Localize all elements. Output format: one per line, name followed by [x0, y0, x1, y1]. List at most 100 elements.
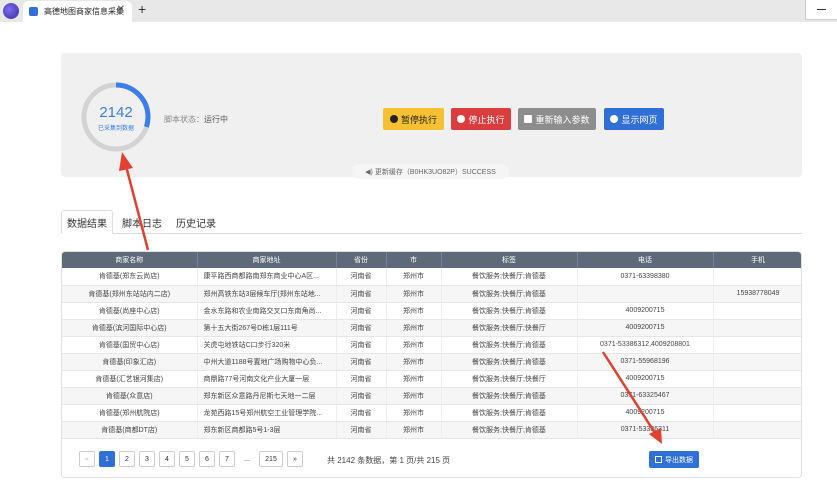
minimize-window-button[interactable] [805, 0, 837, 20]
cell-address: 第十五大街267号D栋1层111号 [197, 319, 337, 337]
cell-tags: 餐饮服务;快餐厅;肯德基 [441, 387, 578, 405]
cell-province: 河南省 [336, 268, 387, 286]
pause-button[interactable]: 暂停执行 [383, 108, 444, 130]
cell-phone: 4009200715 [577, 302, 714, 320]
page-button[interactable]: 3 [139, 451, 155, 467]
cell-merchant-name: 肯德基(众意店) [62, 387, 198, 405]
cell-city: 郑州市 [386, 387, 442, 405]
export-data-button[interactable]: 导出数据 [649, 451, 699, 468]
cell-mobile [713, 268, 801, 286]
cell-province: 河南省 [336, 302, 387, 320]
cell-city: 郑州市 [386, 370, 442, 388]
reinput-button-label: 重新输入参数 [535, 114, 590, 125]
cell-merchant-name: 肯德基(汇艺银河集店) [62, 370, 198, 388]
cell-address: 龙苑西路15号郑州航空工业管理学院... [197, 404, 337, 422]
stop-icon [457, 115, 466, 123]
cell-address: 郑东新区商都路5号1-3层 [197, 421, 337, 439]
cell-address: 郑东新区众意路丹尼斯七天地一二层 [197, 387, 337, 405]
page-button[interactable]: 6 [199, 451, 215, 467]
table-row[interactable]: 肯德基(郑州航院店) 龙苑西路15号郑州航空工业管理学院... 河南省 郑州市 餐饮服务… [62, 404, 801, 422]
cell-merchant-name: 肯德基(滨河国际中心店) [62, 319, 198, 337]
page-button[interactable]: 215 [259, 451, 283, 467]
cell-city: 郑州市 [386, 319, 442, 337]
collected-count-label: 已采集到数据 [97, 126, 134, 132]
export-icon [655, 456, 662, 463]
next-page-button[interactable]: » [287, 451, 303, 467]
cell-province: 河南省 [336, 285, 387, 303]
cell-province: 河南省 [336, 421, 387, 439]
reinput-params-button[interactable]: 重新输入参数 [518, 108, 596, 130]
cell-tags: 餐饮服务;快餐厅;肯德基 [441, 268, 578, 286]
table-row[interactable]: 肯德基(商都DT店) 郑东新区商都路5号1-3层 河南省 郑州市 餐饮服务;快餐厅;肯德… [62, 421, 801, 439]
cell-province: 河南省 [336, 353, 387, 371]
header-merchant-name[interactable]: 商家名称 [62, 252, 198, 268]
tab-title: 高德地图商家信息采集 [44, 7, 124, 16]
cell-address: 商鼎路77号河南文化产业大厦一层 [197, 370, 337, 388]
header-tags[interactable]: 标签 [441, 252, 578, 268]
cell-tags: 餐饮服务;快餐厅;肯德基 [441, 302, 578, 320]
cell-mobile [713, 370, 801, 388]
table-row[interactable]: 肯德基(郑东云尚店) 康平路西商都路南郑东商业中心A区... 河南省 郑州市 餐饮服务;… [62, 268, 801, 286]
cell-merchant-name: 肯德基(郑州东站站内二店) [62, 285, 198, 303]
tab-data-results[interactable]: 数据结果 [61, 210, 113, 234]
page-button[interactable]: 4 [159, 451, 175, 467]
cell-merchant-name: 肯德基(郑东云尚店) [62, 268, 198, 286]
table-row[interactable]: 肯德基(汇艺银河集店) 商鼎路77号河南文化产业大厦一层 河南省 郑州市 餐饮服务;快餐… [62, 370, 801, 388]
cell-province: 河南省 [336, 370, 387, 388]
table-row[interactable]: 肯德基(滨河国际中心店) 第十五大街267号D栋1层111号 河南省 郑州市 餐饮服务;… [62, 319, 801, 337]
table-row[interactable]: 肯德基(郑州东站站内二店) 郑州高铁东站3层候车厅(郑州东站地... 河南省 郑州市餐… [62, 285, 801, 303]
stop-button[interactable]: 停止执行 [451, 108, 511, 130]
header-mobile[interactable]: 手机 [713, 252, 801, 268]
results-panel: 商家名称 商家地址 省份 市 标签 电话 手机 肯德基(郑东云尚店) 康平路西商都… [61, 251, 802, 478]
cell-phone: 0371-53386311 [577, 421, 714, 439]
cell-address: 康平路西商都路南郑东商业中心A区... [197, 268, 337, 286]
table-row[interactable]: 肯德基(印象汇店) 中州大道1188号置地广场购物中心负... 河南省 郑州市 餐饮服务… [62, 353, 801, 371]
table-row[interactable]: 肯德基(尚座中心店) 金水东路和农业南路交叉口东南角尚... 河南省 郑州市 餐饮服务;… [62, 302, 801, 320]
cell-tags: 餐饮服务;快餐厅;肯德基 [441, 353, 578, 371]
cell-merchant-name: 肯德基(国贸中心店) [62, 336, 198, 354]
page-button[interactable]: 5 [179, 451, 195, 467]
table-header-row: 商家名称 商家地址 省份 市 标签 电话 手机 [62, 252, 801, 268]
cell-tags: 餐饮服务;快餐厅;快餐厅 [441, 370, 578, 388]
eye-icon [610, 115, 619, 123]
cell-merchant-name: 肯德基(印象汇店) [62, 353, 198, 371]
collected-count: 2142 [99, 104, 133, 121]
cell-phone: 4009200715 [577, 404, 714, 422]
cell-province: 河南省 [336, 387, 387, 405]
prev-page-button[interactable]: « [79, 451, 95, 467]
cell-mobile [713, 336, 801, 354]
table-row[interactable]: 肯德基(众意店) 郑东新区众意路丹尼斯七天地一二层 河南省 郑州市 餐饮服务;快餐厅;肯… [62, 387, 801, 405]
export-button-label: 导出数据 [665, 456, 693, 464]
tab-script-log[interactable]: 脚本日志 [119, 210, 165, 234]
cell-merchant-name: 肯德基(郑州航院店) [62, 404, 198, 422]
pause-button-label: 暂停执行 [400, 114, 437, 125]
cell-city: 郑州市 [386, 285, 442, 303]
tab-history[interactable]: 历史记录 [173, 210, 219, 234]
header-address[interactable]: 商家地址 [197, 252, 337, 268]
cell-address: 中州大道1188号置地广场购物中心负... [197, 353, 337, 371]
page-button[interactable]: 2 [119, 451, 135, 467]
cell-phone: 0371-53386312,4009208801 [577, 336, 714, 354]
header-city[interactable]: 市 [386, 252, 442, 268]
browser-tab-bar: 高德地图商家信息采集 ✕ + [0, 0, 837, 22]
page-button[interactable]: 1 [99, 451, 115, 467]
cell-phone: 0371-63398380 [577, 268, 714, 286]
pagination-info: 共 2142 条数据，第 1 页/共 215 页 [327, 456, 451, 465]
app-logo-icon [3, 3, 19, 19]
page-button[interactable]: 7 [219, 451, 235, 467]
header-province[interactable]: 省份 [336, 252, 387, 268]
script-status-value: 运行中 [204, 115, 228, 124]
table-row[interactable]: 肯德基(国贸中心店) 关虎屯地铁站C口步行320米 河南省 郑州市 餐饮服务;快餐厅;肯… [62, 336, 801, 354]
header-phone[interactable]: 电话 [577, 252, 714, 268]
tab-favicon-icon [29, 7, 38, 16]
cell-phone: 4009200715 [577, 319, 714, 337]
show-web-button[interactable]: 显示网页 [604, 108, 664, 130]
browser-tab[interactable]: 高德地图商家信息采集 ✕ [23, 1, 132, 22]
cell-address: 关虎屯地铁站C口步行320米 [197, 336, 337, 354]
cell-province: 河南省 [336, 404, 387, 422]
cell-province: 河南省 [336, 336, 387, 354]
close-tab-icon[interactable]: ✕ [117, 4, 125, 15]
new-tab-icon[interactable]: + [138, 1, 146, 17]
cell-mobile: 15938778049 [713, 285, 801, 303]
cell-city: 郑州市 [386, 353, 442, 371]
